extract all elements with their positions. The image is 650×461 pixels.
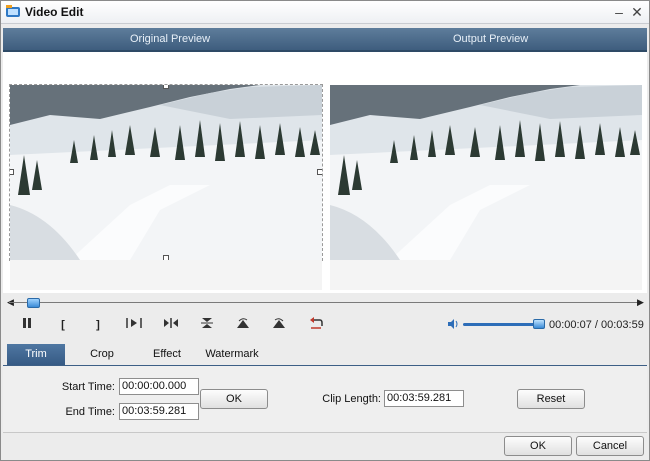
- footer-divider: [3, 432, 647, 433]
- tab-trim[interactable]: Trim: [7, 344, 65, 365]
- clip-length-label: Clip Length:: [322, 393, 381, 405]
- start-time-field[interactable]: 00:00:00.000: [119, 378, 199, 395]
- end-time-field[interactable]: 00:03:59.281: [119, 403, 199, 420]
- window-title: Video Edit: [25, 5, 84, 19]
- original-video-frame: [10, 85, 322, 260]
- crop-handle-left[interactable]: [10, 169, 14, 175]
- output-preview-pane: [330, 85, 642, 260]
- trim-panel: Start Time: 00:00:00.000 End Time: 00:03…: [3, 366, 647, 432]
- flip-vertical-icon[interactable]: [198, 317, 216, 333]
- volume-slider-track[interactable]: [463, 323, 543, 326]
- close-icon[interactable]: ✕: [629, 4, 645, 20]
- cancel-button[interactable]: Cancel: [576, 436, 644, 456]
- output-video-frame: [330, 85, 642, 260]
- preview-area: [3, 52, 647, 293]
- reset-button[interactable]: Reset: [517, 389, 585, 409]
- clip-length-field[interactable]: 00:03:59.281: [384, 390, 464, 407]
- original-preview-label: Original Preview: [130, 33, 211, 45]
- timeline[interactable]: ◀ ▶: [7, 297, 644, 309]
- original-preview-footer: [10, 260, 322, 290]
- start-time-label: Start Time:: [61, 381, 115, 393]
- time-display: 00:00:07 / 00:03:59: [549, 319, 644, 331]
- minimize-icon[interactable]: –: [611, 4, 627, 20]
- volume-icon[interactable]: [447, 318, 459, 330]
- title-bar[interactable]: Video Edit – ✕: [1, 1, 649, 24]
- split-icon[interactable]: [162, 317, 180, 333]
- undo-icon[interactable]: [307, 317, 325, 333]
- end-time-label: End Time:: [65, 406, 115, 418]
- app-icon: [6, 5, 20, 17]
- video-edit-window: Video Edit – ✕ Original Preview Output P…: [0, 0, 650, 461]
- ok-button[interactable]: OK: [504, 436, 572, 456]
- tab-effect[interactable]: Effect: [139, 344, 195, 365]
- pause-icon[interactable]: [18, 317, 36, 333]
- volume-slider-thumb[interactable]: [533, 319, 545, 329]
- rotate-left-icon[interactable]: [234, 317, 252, 333]
- edit-tabs: Trim Crop Effect Watermark: [3, 344, 647, 366]
- crop-handle-right[interactable]: [317, 169, 322, 175]
- rotate-right-icon[interactable]: [270, 317, 288, 333]
- preview-header: Original Preview Output Preview: [3, 28, 647, 52]
- crop-handle-top[interactable]: [163, 85, 169, 89]
- timeline-playhead[interactable]: [27, 298, 40, 308]
- trim-ok-button[interactable]: OK: [200, 389, 268, 409]
- output-preview-label: Output Preview: [453, 33, 529, 45]
- original-preview-pane[interactable]: [9, 84, 323, 261]
- timeline-end-marker[interactable]: ▶: [637, 297, 644, 307]
- tab-crop[interactable]: Crop: [75, 344, 129, 365]
- mark-out-button[interactable]: ]: [89, 317, 107, 333]
- mark-in-button[interactable]: [: [54, 317, 72, 333]
- timeline-track[interactable]: [9, 302, 639, 303]
- output-preview-footer: [330, 260, 642, 290]
- play-segment-icon[interactable]: [125, 317, 143, 333]
- tab-watermark[interactable]: Watermark: [201, 344, 263, 365]
